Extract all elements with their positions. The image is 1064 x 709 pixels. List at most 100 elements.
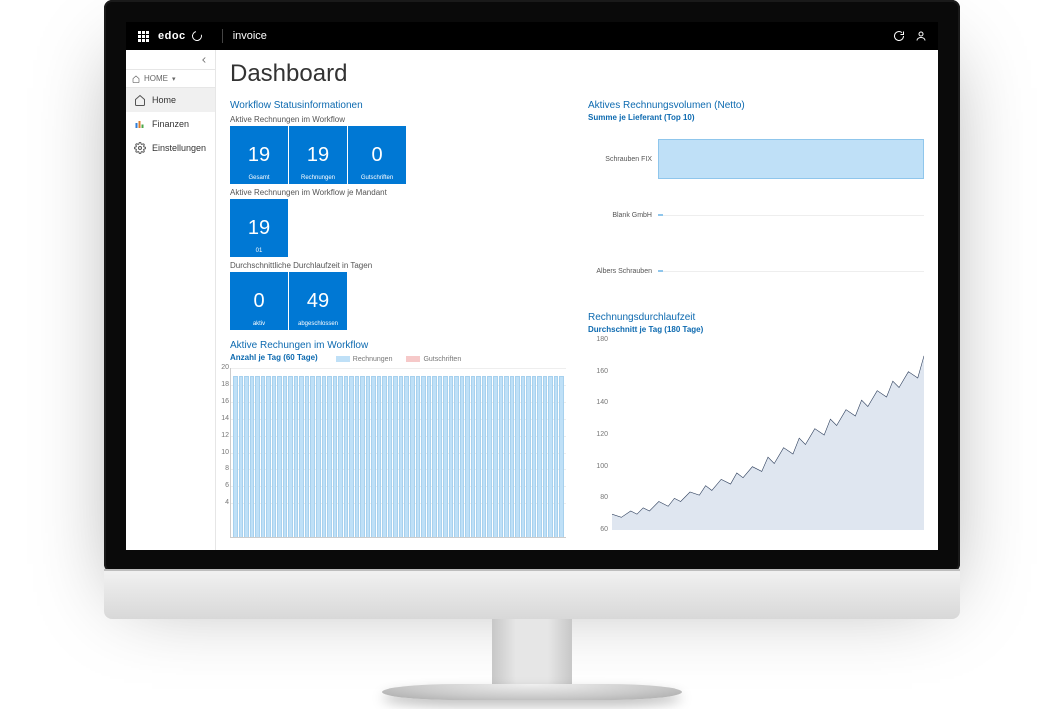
- bar: [327, 376, 332, 537]
- y-tick-label: 160: [586, 368, 608, 375]
- bar: [294, 376, 299, 537]
- throughput-title: Rechnungsdurchlaufzeit: [588, 312, 924, 323]
- tile-label: Gesamt: [230, 175, 288, 181]
- bar: [338, 376, 343, 537]
- tile-label: Gutschriften: [348, 175, 406, 181]
- y-tick-label: 60: [586, 526, 608, 533]
- stat-tile[interactable]: 49abgeschlossen: [289, 272, 347, 330]
- breadcrumb[interactable]: HOME ▾: [126, 70, 215, 88]
- user-icon[interactable]: [914, 29, 928, 43]
- bar: [526, 376, 531, 537]
- bar: [316, 376, 321, 537]
- bar: [366, 376, 371, 537]
- bar: [288, 376, 293, 537]
- bar: [465, 376, 470, 537]
- bar: [521, 376, 526, 537]
- chevron-down-icon: ▾: [172, 75, 176, 83]
- home-icon: [132, 75, 140, 83]
- sidebar-collapse-button[interactable]: [126, 50, 215, 70]
- stat-tile[interactable]: 1901: [230, 199, 288, 257]
- bar: [432, 376, 437, 537]
- hbar-chart-suppliers: Schrauben FIX Blank GmbH Albers Schrauben: [588, 128, 924, 298]
- bar: [438, 376, 443, 537]
- bar: [382, 376, 387, 537]
- refresh-icon[interactable]: [892, 29, 906, 43]
- bar: [460, 376, 465, 537]
- bar: [504, 376, 509, 537]
- volume-subtitle: Summe je Lieferant (Top 10): [588, 113, 924, 122]
- stat-tile[interactable]: 0Gutschriften: [348, 126, 406, 184]
- bar: [393, 376, 398, 537]
- tile-row-main: 19 Gesamt19Rechnungen0Gutschriften: [230, 126, 566, 184]
- hbar-category-label: Blank GmbH: [588, 212, 658, 219]
- breadcrumb-root: HOME: [144, 74, 168, 83]
- y-tick-label: 20: [216, 364, 229, 371]
- barchart-legend: Rechnungen Gutschriften: [231, 356, 566, 363]
- bar: [233, 376, 238, 537]
- stat-tile[interactable]: 19Rechnungen: [289, 126, 347, 184]
- hbar-bar: [658, 270, 663, 272]
- bar: [443, 376, 448, 537]
- bar: [283, 376, 288, 537]
- bar: [371, 376, 376, 537]
- sidebar-item-finanzen[interactable]: Finanzen: [126, 112, 215, 136]
- y-tick-label: 16: [216, 398, 229, 405]
- bar: [239, 376, 244, 537]
- volume-title: Aktives Rechnungsvolumen (Netto): [588, 100, 924, 111]
- y-tick-label: 8: [216, 465, 229, 472]
- monitor-stand-foot: [382, 684, 682, 700]
- bar: [515, 376, 520, 537]
- y-tick-label: 18: [216, 381, 229, 388]
- screen: edoc invoice HOME ▾: [126, 22, 938, 550]
- bar: [454, 376, 459, 537]
- bar: [261, 376, 266, 537]
- sidebar-item-home[interactable]: Home: [126, 88, 215, 112]
- nav-list: HomeFinanzenEinstellungen: [126, 88, 215, 160]
- y-tick-label: 120: [586, 431, 608, 438]
- bar: [277, 376, 282, 537]
- bar: [399, 376, 404, 537]
- y-tick-label: 100: [586, 463, 608, 470]
- legend-gutschriften: Gutschriften: [423, 356, 461, 363]
- main-content: Dashboard Workflow Statusinformationen A…: [216, 50, 938, 550]
- monitor-chin: [104, 569, 960, 619]
- bar: [510, 376, 515, 537]
- bar: [482, 376, 487, 537]
- y-tick-label: 140: [586, 399, 608, 406]
- linechart-throughput: 6080100120140160180: [588, 340, 924, 530]
- bar: [349, 376, 354, 537]
- tile-value: 0: [253, 290, 264, 313]
- bar: [487, 376, 492, 537]
- active-invoices-title: Aktive Rechungen im Workflow: [230, 340, 566, 351]
- tile-label: 01: [230, 248, 288, 254]
- brand-label: edoc: [158, 30, 186, 42]
- bar: [250, 376, 255, 537]
- tile-row-avg: 0 aktiv49abgeschlossen: [230, 272, 566, 330]
- home-icon: [134, 94, 146, 106]
- workflow-status-title: Workflow Statusinformationen: [230, 100, 566, 111]
- bar: [244, 376, 249, 537]
- tile-value: 19: [248, 144, 270, 167]
- product-label: invoice: [233, 30, 267, 42]
- bar: [360, 376, 365, 537]
- stat-tile[interactable]: 0 aktiv: [230, 272, 288, 330]
- bar: [388, 376, 393, 537]
- bar: [493, 376, 498, 537]
- apps-grid-icon[interactable]: [136, 29, 150, 43]
- bar: [333, 376, 338, 537]
- workflow-active-label: Aktive Rechnungen im Workflow: [230, 115, 566, 124]
- sidebar-item-einstellungen[interactable]: Einstellungen: [126, 136, 215, 160]
- tile-label: Rechnungen: [289, 175, 347, 181]
- bar: [416, 376, 421, 537]
- bar: [537, 376, 542, 537]
- bar: [410, 376, 415, 537]
- hbar-category-label: Schrauben FIX: [588, 156, 658, 163]
- bar: [305, 376, 310, 537]
- monitor-stand-neck: [492, 618, 572, 688]
- bar: [377, 376, 382, 537]
- hbar-bar: [658, 139, 924, 179]
- stat-tile[interactable]: 19 Gesamt: [230, 126, 288, 184]
- hbar-category-label: Albers Schrauben: [588, 268, 658, 275]
- hbar-bar: [658, 214, 663, 216]
- tile-label: aktiv: [230, 321, 288, 327]
